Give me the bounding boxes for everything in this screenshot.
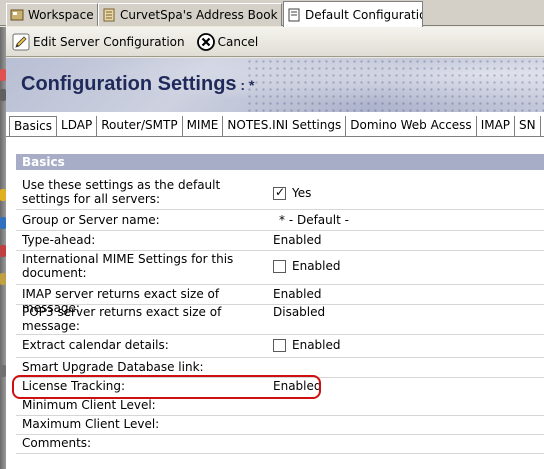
field-label: Type-ahead: xyxy=(22,233,96,247)
settings-tab-bar: Basics LDAP Router/SMTP MIME NOTES.INI S… xyxy=(6,116,544,137)
section-header: Basics xyxy=(16,154,544,170)
field-label: Maximum Client Level: xyxy=(22,417,160,431)
tab-label: Default Configuration xyxy=(305,7,423,22)
field-value: Enabled xyxy=(273,287,322,301)
tab-notes-ini-settings[interactable]: NOTES.INI Settings xyxy=(223,116,347,136)
field-row-server-name: Group or Server name: * - Default - xyxy=(16,213,544,231)
field-label: Minimum Client Level: xyxy=(22,398,156,412)
cancel-label: Cancel xyxy=(217,34,259,49)
tab-mime[interactable]: MIME xyxy=(182,116,224,136)
field-value: Enabled xyxy=(273,259,341,273)
workspace-icon xyxy=(10,9,24,21)
field-label: Extract calendar details: xyxy=(22,338,169,352)
tab-address-book[interactable]: CurvetSpa's Address Book - ... xyxy=(98,3,282,26)
field-value: Enabled xyxy=(273,338,341,352)
field-label: POP3 server returns exact size of messag… xyxy=(22,305,222,333)
cancel-button[interactable]: Cancel xyxy=(191,30,265,54)
field-row-minimum-client-level: Minimum Client Level: xyxy=(16,398,544,416)
tab-basics[interactable]: Basics xyxy=(9,116,58,136)
tab-default-configuration[interactable]: Default Configuration ✕ xyxy=(283,1,423,27)
page-title: Configuration Settings : * xyxy=(21,73,255,95)
field-row-comments: Comments: xyxy=(16,436,544,454)
tab-ldap[interactable]: LDAP xyxy=(57,116,98,136)
edit-server-configuration-button[interactable]: Edit Server Configuration xyxy=(6,30,191,54)
tab-router-smtp[interactable]: Router/SMTP xyxy=(97,116,183,136)
address-book-icon xyxy=(103,8,115,22)
window-tab-bar: Workspace CurvetSpa's Address Book - ...… xyxy=(0,0,544,27)
tab-workspace[interactable]: Workspace xyxy=(6,3,98,26)
default-settings-checkbox[interactable] xyxy=(273,185,286,200)
document-icon xyxy=(288,8,300,21)
field-label: Comments: xyxy=(22,436,92,450)
license-tracking-highlight xyxy=(12,375,321,399)
extract-calendar-checkbox[interactable] xyxy=(273,338,286,352)
field-value: * - Default - xyxy=(279,213,349,227)
edit-label: Edit Server Configuration xyxy=(33,34,185,49)
field-label: Smart Upgrade Database link: xyxy=(22,360,204,374)
tab-domino-web-access[interactable]: Domino Web Access xyxy=(346,116,477,136)
field-label: International MIME Settings for this doc… xyxy=(22,252,234,280)
field-row-extract-calendar: Extract calendar details: Enabled xyxy=(16,338,544,358)
field-label: Group or Server name: xyxy=(22,213,160,227)
tab-label: Workspace xyxy=(28,8,94,22)
field-row-pop3-exact-size: POP3 server returns exact size of messag… xyxy=(16,305,544,335)
tab-label: CurvetSpa's Address Book - ... xyxy=(120,8,281,22)
international-mime-checkbox[interactable] xyxy=(273,259,286,273)
action-bar: Edit Server Configuration Cancel xyxy=(6,27,544,57)
field-row-maximum-client-level: Maximum Client Level: xyxy=(16,417,544,435)
field-label: Use these settings as the default settin… xyxy=(22,178,221,206)
field-row-type-ahead: Type-ahead: Enabled xyxy=(16,233,544,251)
field-row-international-mime: International MIME Settings for this doc… xyxy=(16,252,544,285)
pencil-icon xyxy=(12,33,30,50)
field-row-imap-exact-size: IMAP server returns exact size of messag… xyxy=(16,287,544,315)
field-value: Yes xyxy=(273,185,311,200)
field-row-default-settings: Use these settings as the default settin… xyxy=(16,178,544,210)
header-banner: Configuration Settings : * xyxy=(6,58,544,112)
tab-sn[interactable]: SN xyxy=(515,116,541,136)
field-value: Enabled xyxy=(273,233,322,247)
field-value: Disabled xyxy=(273,305,326,319)
cancel-icon xyxy=(196,32,215,51)
tab-imap[interactable]: IMAP xyxy=(476,116,516,136)
